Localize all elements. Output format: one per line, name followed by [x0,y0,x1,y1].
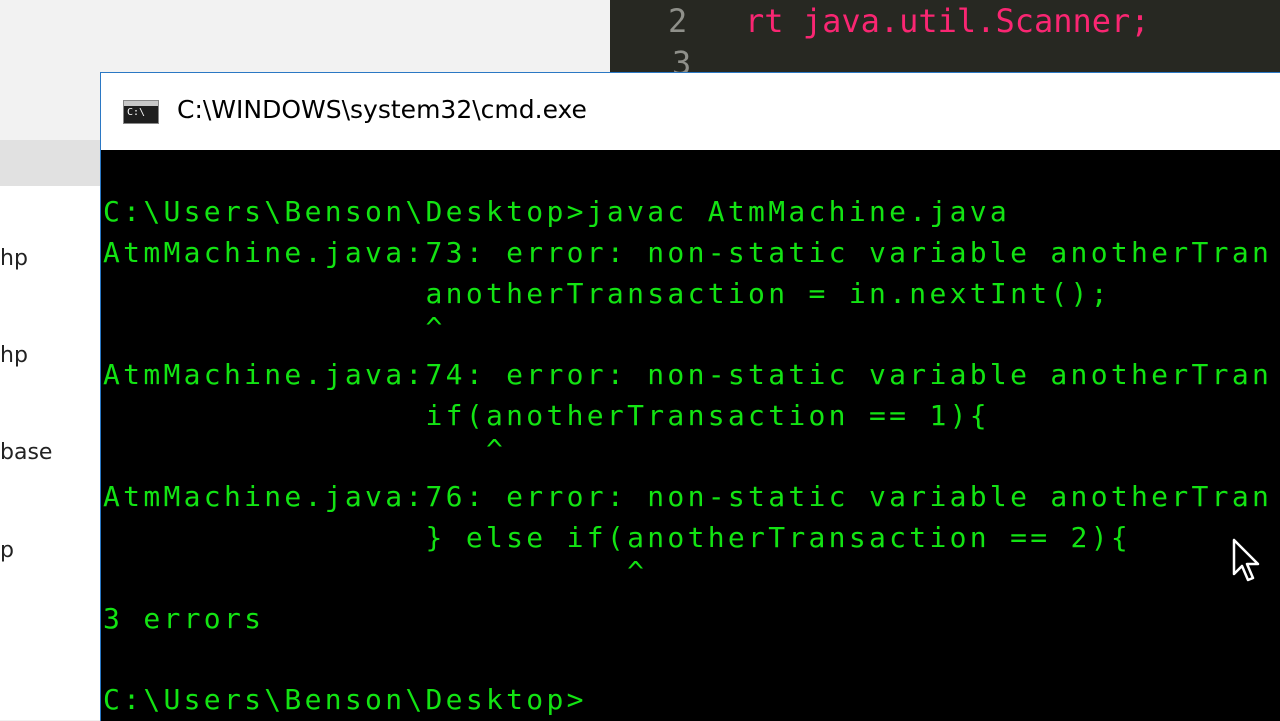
mouse-cursor-icon [1232,538,1260,582]
editor-code-line[interactable]: rt java.util.Scanner; [745,2,1150,40]
window-title: C:\WINDOWS\system32\cmd.exe [177,95,587,124]
background-list-item[interactable]: base [0,440,52,465]
cmd-window[interactable]: C:\ C:\WINDOWS\system32\cmd.exe C:\Users… [100,72,1280,721]
background-list-item[interactable]: p [0,538,14,563]
terminal-prompt[interactable]: C:\Users\Benson\Desktop> [103,680,587,720]
background-list-item[interactable]: hp [0,246,28,271]
terminal-output[interactable]: C:\Users\Benson\Desktop>javac AtmMachine… [101,150,1280,721]
editor-code-text: java.util.Scanner; [783,2,1150,40]
terminal-line: C:\Users\Benson\Desktop>javac AtmMachine… [103,195,1011,228]
terminal-line: ^ [103,311,446,344]
terminal-line: ^ [103,433,507,466]
cmd-titlebar[interactable]: C:\ C:\WINDOWS\system32\cmd.exe [101,73,1280,150]
background-list-item[interactable]: hp [0,343,28,368]
cmd-icon-glyph: C:\ [127,107,146,118]
editor-keyword: rt [745,2,784,40]
terminal-line: AtmMachine.java:74: error: non-static va… [103,358,1273,391]
editor-line-number: 2 [668,2,688,40]
background-file-list: hp hp base p [0,186,110,720]
terminal-line: AtmMachine.java:76: error: non-static va… [103,480,1273,513]
terminal-line: ^ [103,555,648,588]
terminal-line: 3 errors [103,602,265,635]
terminal-line: AtmMachine.java:73: error: non-static va… [103,236,1273,269]
cmd-app-icon[interactable]: C:\ [123,100,159,124]
background-band [0,140,110,186]
